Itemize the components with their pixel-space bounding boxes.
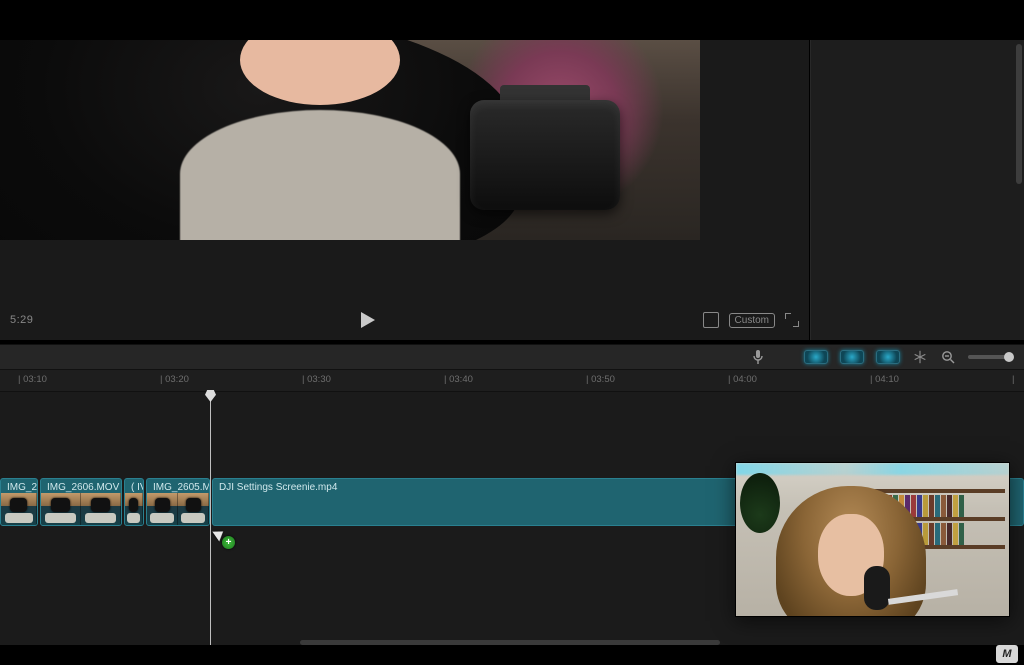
viewer-row: 5:29 Custom: [0, 40, 1024, 340]
playhead[interactable]: [210, 392, 211, 645]
pip-book: [929, 523, 934, 545]
clip-thumbnail: [178, 493, 209, 525]
timeline-clip[interactable]: IMG_2: [0, 478, 38, 526]
snap-mode-a[interactable]: [804, 350, 828, 364]
timeline-clip[interactable]: ( IV: [124, 478, 144, 526]
bottom-bar: M: [0, 645, 1024, 665]
clip-thumb-strip: [147, 493, 209, 525]
preview-panel: 5:29 Custom: [0, 40, 810, 340]
preview-camera-body: [470, 100, 620, 210]
playhead-head-icon[interactable]: [205, 390, 216, 402]
inspector-scrollbar[interactable]: [1016, 44, 1022, 184]
zoom-mode-pill[interactable]: Custom: [729, 313, 775, 328]
ruler-mark: | 04:00: [728, 374, 757, 385]
zoom-out-icon[interactable]: [940, 349, 956, 365]
timeline-ruler[interactable]: | 03:10 | 03:20 | 03:30 | 03:40 | 03:50 | 04:…: [0, 370, 1024, 392]
inspector-panel: [810, 40, 1024, 340]
clip-label: ( IV: [131, 482, 144, 493]
crop-icon[interactable]: [703, 312, 719, 328]
fullscreen-icon[interactable]: [785, 313, 799, 327]
ruler-mark: | 03:10: [18, 374, 47, 385]
pip-book: [941, 523, 946, 545]
preview-video-frame[interactable]: [0, 40, 700, 240]
video-editor-root: 5:29 Custom: [0, 0, 1024, 665]
zoom-slider[interactable]: [968, 355, 1010, 359]
pip-book: [935, 495, 940, 517]
timeline-toolbar: [0, 344, 1024, 370]
pip-plant: [740, 473, 780, 533]
clip-label: IMG_2606.MOV: [47, 482, 119, 493]
clip-thumb-strip: [41, 493, 121, 525]
blade-tool-icon[interactable]: [912, 349, 928, 365]
add-plus-icon: +: [222, 536, 235, 549]
webcam-pip: [735, 462, 1010, 617]
pip-book: [959, 523, 964, 545]
clip-thumbnail: [81, 493, 121, 525]
pip-book: [959, 495, 964, 517]
ruler-mark: | 03:20: [160, 374, 189, 385]
zoom-slider-thumb[interactable]: [1004, 352, 1014, 362]
timeline-clip[interactable]: IMG_2606.MOV: [40, 478, 122, 526]
timecode-readout: 5:29: [10, 314, 33, 326]
ruler-mark: | 03:30: [302, 374, 331, 385]
timeline-clip[interactable]: IMG_2605.MOV: [146, 478, 210, 526]
clip-thumbnail: [147, 493, 178, 525]
ruler-mark: | 03:40: [444, 374, 473, 385]
pip-microphone: [864, 566, 890, 610]
pip-book: [929, 495, 934, 517]
preview-control-bar: 5:29 Custom: [0, 300, 809, 340]
pip-book: [947, 495, 952, 517]
pip-led-strip: [736, 463, 1009, 475]
snap-mode-c[interactable]: [876, 350, 900, 364]
pip-book: [947, 523, 952, 545]
clip-label: IMG_2605.MOV: [153, 482, 210, 493]
pip-book: [935, 523, 940, 545]
voiceover-mic-icon[interactable]: [750, 349, 766, 365]
ruler-mark: | 03:50: [586, 374, 615, 385]
playhead-line: [210, 392, 211, 645]
clip-thumb-strip: [1, 493, 37, 525]
watermark-logo: M: [996, 645, 1018, 663]
clip-label: IMG_2: [7, 482, 37, 493]
ruler-mark: |: [1012, 374, 1014, 385]
ruler-mark: | 04:10: [870, 374, 899, 385]
pip-book: [953, 523, 958, 545]
preview-subject-shirt: [180, 110, 460, 240]
pip-book: [941, 495, 946, 517]
clip-thumbnail: [41, 493, 81, 525]
insert-cursor: +: [215, 528, 233, 546]
clip-thumb-strip: [125, 493, 143, 525]
snap-mode-b[interactable]: [840, 350, 864, 364]
clip-label: DJI Settings Screenie.mp4: [219, 482, 337, 493]
clip-thumbnail: [1, 493, 37, 525]
play-button[interactable]: [361, 312, 375, 328]
pip-book: [953, 495, 958, 517]
pip-presenter: [776, 476, 926, 617]
clip-thumbnail: [125, 493, 143, 525]
